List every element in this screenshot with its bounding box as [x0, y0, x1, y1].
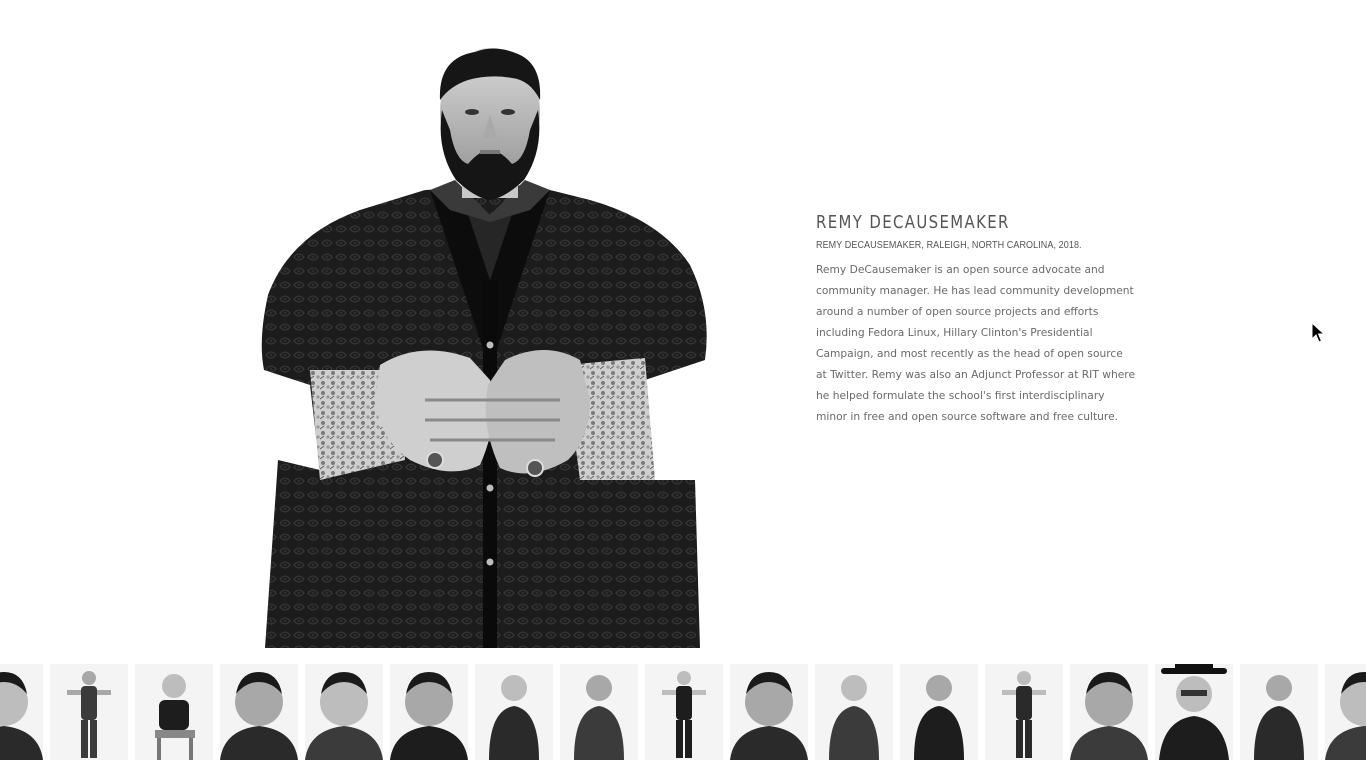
photo-caption: REMY DECAUSEMAKER, RALEIGH, NORTH CAROLI… — [816, 240, 1082, 251]
gallery-thumbnail[interactable] — [305, 664, 383, 760]
profile-name: REMY DECAUSEMAKER — [816, 212, 1010, 233]
gallery-thumbnail[interactable] — [645, 664, 723, 760]
gallery-thumbnail[interactable] — [220, 664, 298, 760]
gallery-thumbnail[interactable] — [475, 664, 553, 760]
gallery-thumbnail[interactable] — [1155, 664, 1233, 760]
gallery-thumbnail[interactable] — [1325, 664, 1366, 760]
gallery-thumbnail[interactable] — [1240, 664, 1318, 760]
gallery-thumbnail[interactable] — [1070, 664, 1148, 760]
page: REMY DECAUSEMAKER REMY DECAUSEMAKER, RAL… — [0, 0, 1366, 768]
gallery-thumbnail[interactable] — [0, 664, 43, 760]
gallery-thumbnail[interactable] — [815, 664, 893, 760]
main-portrait-photo — [250, 40, 720, 648]
gallery-thumbnail[interactable] — [135, 664, 213, 760]
gallery-thumbnail[interactable] — [900, 664, 978, 760]
gallery-thumbnail[interactable] — [560, 664, 638, 760]
profile-bio: Remy DeCausemaker is an open source advo… — [816, 263, 1136, 423]
gallery-thumbnail[interactable] — [50, 664, 128, 760]
arrow-cursor-icon — [1311, 321, 1326, 344]
gallery-thumbnail[interactable] — [390, 664, 468, 760]
gallery-thumbnail[interactable] — [730, 664, 808, 760]
profile-info: REMY DECAUSEMAKER REMY DECAUSEMAKER, RAL… — [816, 211, 1146, 427]
gallery-thumbnail[interactable] — [985, 664, 1063, 760]
thumbnail-strip — [0, 664, 1366, 760]
